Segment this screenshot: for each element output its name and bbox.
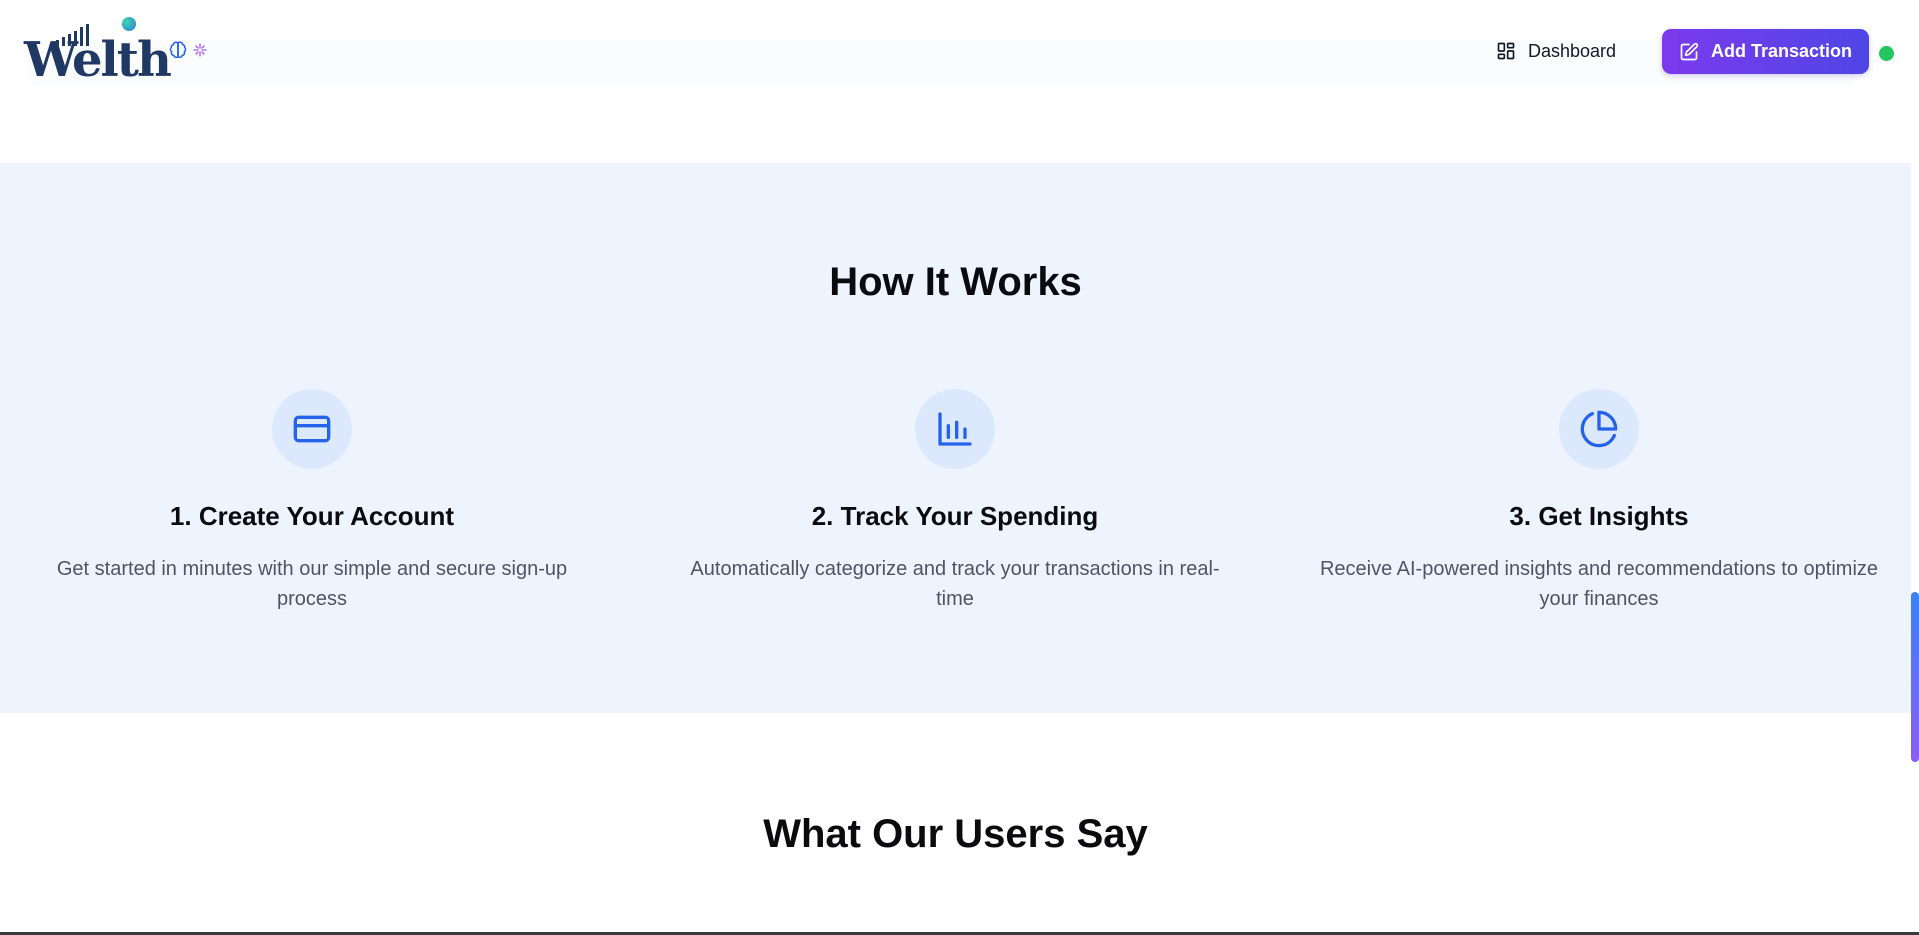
pie-chart-icon — [1580, 410, 1618, 448]
scrollbar-track[interactable] — [1911, 163, 1919, 935]
logo-accent-dot — [122, 17, 136, 31]
step-title: 2. Track Your Spending — [811, 501, 1099, 531]
how-it-works-title: How It Works — [829, 260, 1082, 304]
dashboard-link-label: Dashboard — [1528, 40, 1617, 61]
step-track-spending: 2. Track Your Spending Automatically cat… — [655, 389, 1255, 614]
page: Welth Dashboard Add Transaction How It W… — [0, 0, 1919, 935]
testimonials-title: What Our Users Say — [763, 812, 1148, 856]
step-get-insights: 3. Get Insights Receive AI-powered insig… — [1299, 389, 1899, 614]
dashboard-link[interactable]: Dashboard — [1496, 34, 1616, 68]
layout-dashboard-icon — [1497, 42, 1515, 60]
step-icon-circle — [272, 389, 352, 469]
step-create-account: 1. Create Your Account Get started in mi… — [12, 389, 612, 614]
step-description: Get started in minutes with our simple a… — [56, 558, 568, 610]
bar-chart-icon — [938, 412, 972, 446]
online-status-dot — [1879, 46, 1894, 61]
sparkle-icon — [193, 43, 207, 57]
step-description: Automatically categorize and track your … — [690, 558, 1220, 610]
credit-card-icon — [293, 415, 331, 443]
add-transaction-label: Add Transaction — [1710, 41, 1853, 61]
scrollbar-thumb[interactable] — [1911, 592, 1919, 762]
step-title: 1. Create Your Account — [169, 501, 455, 531]
logo-text: Welth — [24, 32, 172, 88]
welth-logo[interactable]: Welth — [22, 20, 172, 88]
top-navbar: Welth Dashboard Add Transaction — [0, 0, 1919, 102]
add-transaction-button[interactable]: Add Transaction — [1662, 29, 1869, 74]
step-title: 3. Get Insights — [1509, 501, 1689, 531]
how-it-works-section: How It Works 1. Create Your Account Get … — [0, 163, 1911, 713]
step-icon-circle — [915, 389, 995, 469]
brain-icon — [169, 41, 187, 59]
step-icon-circle — [1559, 389, 1639, 469]
pen-square-icon — [1680, 42, 1699, 60]
step-description: Receive AI-powered insights and recommen… — [1319, 558, 1879, 610]
